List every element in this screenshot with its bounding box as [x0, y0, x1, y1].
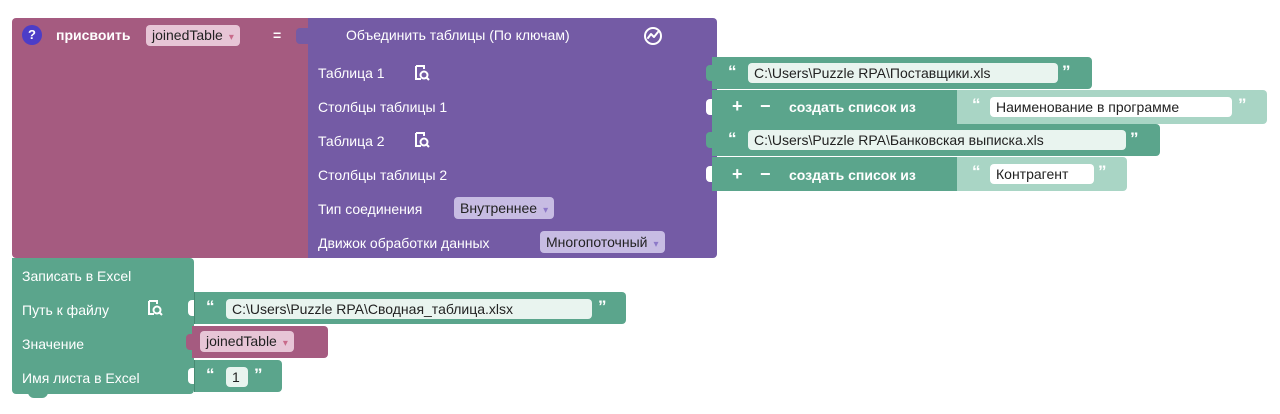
excel-path-input[interactable]: C:\Users\Puzzle RPA\Сводная_таблица.xlsx [226, 299, 592, 319]
open-quote-icon: “ [728, 129, 737, 148]
list-add-button[interactable]: + [732, 96, 743, 116]
table2-label: Таблица 2 [318, 133, 385, 149]
excel-path-connector [188, 300, 194, 316]
create-list-label: создать список из [789, 167, 916, 183]
table2-columns-label: Столбцы таблицы 2 [318, 167, 448, 183]
close-quote-icon: ” [1062, 62, 1071, 81]
sheet-label: Имя листа в Excel [22, 370, 140, 386]
table1-path-input[interactable]: C:\Users\Puzzle RPA\Поставщики.xls [748, 63, 1058, 83]
help-icon[interactable]: ? [22, 25, 42, 45]
table2-search-icon[interactable] [412, 130, 432, 150]
assign-equals: = [273, 27, 282, 43]
close-quote-icon: ” [254, 365, 263, 384]
table2-column-input[interactable]: Контрагент [990, 164, 1094, 184]
excel-value-dropdown[interactable]: joinedTable ▾ [200, 331, 294, 352]
create-list-label: создать список из [789, 99, 916, 115]
file-search-icon[interactable] [145, 298, 165, 318]
table1-columns-label: Столбцы таблицы 1 [318, 99, 448, 115]
table1-columns-connector [706, 99, 712, 115]
close-quote-icon: ” [1238, 95, 1247, 114]
join-type-value: Внутреннее [460, 200, 538, 216]
join-type-label: Тип соединения [318, 201, 423, 217]
excel-sheet-input[interactable]: 1 [226, 367, 248, 387]
table2-path-connector [706, 132, 712, 148]
assign-block[interactable] [12, 18, 308, 258]
close-quote-icon: ” [1130, 129, 1139, 148]
assign-variable-name: joinedTable [152, 27, 223, 43]
engine-label: Движок обработки данных [318, 235, 490, 251]
table1-search-icon[interactable] [412, 63, 432, 83]
engine-dropdown[interactable]: Многопоточный ▾ [540, 231, 665, 253]
value-label: Значение [22, 336, 85, 352]
table1-label: Таблица 1 [318, 65, 385, 81]
join-connector [296, 28, 310, 44]
close-quote-icon: ” [1098, 162, 1107, 181]
chevron-down-icon: ▾ [228, 32, 234, 43]
join-type-dropdown[interactable]: Внутреннее ▾ [454, 197, 555, 219]
close-quote-icon: ” [598, 297, 607, 316]
chevron-down-icon: ▾ [653, 239, 659, 250]
assign-variable-dropdown[interactable]: joinedTable ▾ [146, 25, 240, 46]
open-quote-icon: “ [972, 95, 981, 114]
table2-path-input[interactable]: C:\Users\Puzzle RPA\Банковская выписка.x… [748, 130, 1126, 150]
path-label: Путь к файлу [22, 302, 109, 318]
excel-value-connector [186, 334, 192, 350]
chevron-down-icon: ▾ [282, 338, 288, 349]
write-excel-bottom-tab [28, 392, 48, 398]
table1-path-connector [706, 65, 712, 81]
stats-icon[interactable] [642, 25, 664, 47]
excel-sheet-connector [188, 368, 194, 384]
open-quote-icon: “ [206, 297, 215, 316]
excel-value-name: joinedTable [206, 333, 277, 349]
open-quote-icon: “ [972, 162, 981, 181]
chevron-down-icon: ▾ [543, 205, 549, 216]
open-quote-icon: “ [206, 365, 215, 384]
open-quote-icon: “ [728, 62, 737, 81]
list-remove-button[interactable]: − [760, 96, 771, 116]
list-remove-button[interactable]: − [760, 164, 771, 184]
write-excel-title: Записать в Excel [22, 268, 132, 284]
join-title: Объединить таблицы (По ключам) [346, 27, 570, 43]
table1-column-input[interactable]: Наименование в программе [990, 97, 1232, 117]
list-add-button[interactable]: + [732, 164, 743, 184]
engine-value: Многопоточный [546, 234, 648, 250]
table2-columns-connector [706, 166, 712, 182]
assign-label: присвоить [56, 27, 131, 43]
